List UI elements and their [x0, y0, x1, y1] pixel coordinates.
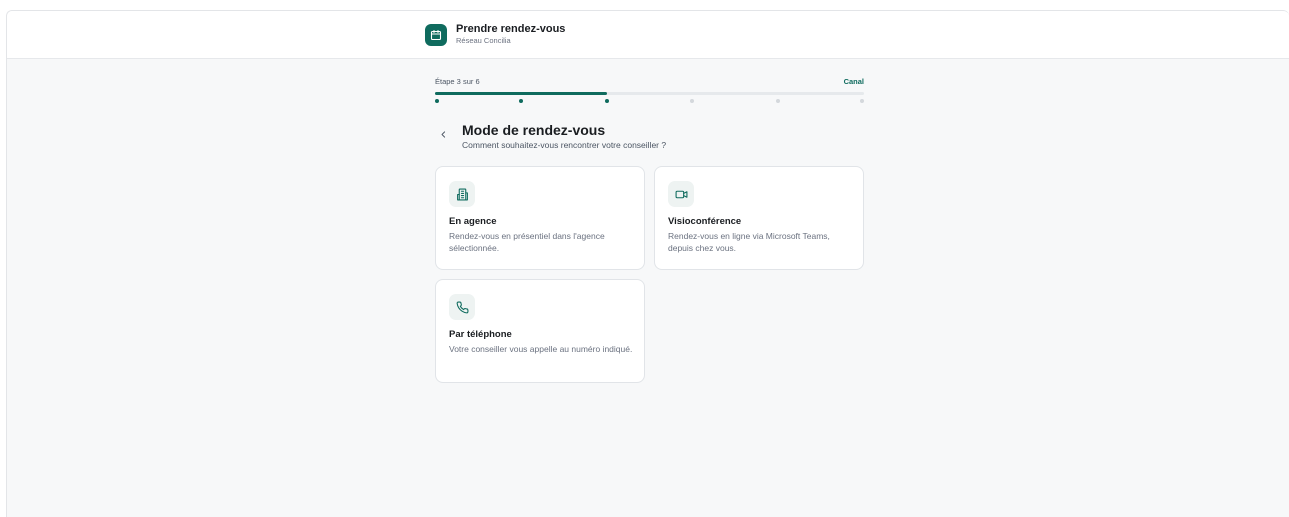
option-icon-wrap [668, 181, 694, 207]
option-card-visio[interactable]: Visioconférence Rendez-vous en ligne via… [654, 166, 864, 270]
app-subtitle: Réseau Concilia [456, 36, 511, 45]
option-description: Rendez-vous en présentiel dans l'agence … [449, 231, 605, 253]
step-dot [776, 99, 781, 103]
calendar-icon [430, 29, 442, 40]
chevron-left-icon [441, 130, 445, 138]
option-card-agence[interactable]: En agence Rendez-vous en présentiel dans… [435, 166, 645, 270]
step-counter: Étape 3 sur 6 [435, 76, 480, 86]
back-button[interactable] [435, 126, 451, 142]
step-dot [518, 99, 523, 103]
page-heading: Mode de rendez-vous Comment souhaitez-vo… [435, 121, 864, 150]
step-dot [690, 99, 695, 103]
option-description: Votre conseiller vous appelle au numéro … [449, 344, 633, 354]
progress-bar [435, 92, 864, 95]
option-card-telephone[interactable]: Par téléphone Votre conseiller vous appe… [435, 279, 645, 383]
phone-icon [456, 301, 468, 313]
building-icon [456, 188, 468, 200]
page-subtitle: Comment souhaitez-vous rencontrer votre … [462, 140, 667, 150]
brand-badge [425, 23, 447, 46]
option-title: En agence [449, 216, 497, 227]
options-grid: En agence Rendez-vous en présentiel dans… [435, 166, 864, 383]
option-description: Rendez-vous en ligne via Microsoft Teams… [668, 231, 830, 253]
brand: Prendre rendez-vous Réseau Concilia [425, 23, 565, 46]
app-title: Prendre rendez-vous [456, 23, 566, 35]
option-title: Par téléphone [449, 329, 512, 340]
video-camera-icon [675, 190, 687, 198]
app-frame: Prendre rendez-vous Réseau Concilia Étap… [6, 10, 1289, 517]
app-header: Prendre rendez-vous Réseau Concilia [7, 11, 1289, 59]
step-dots [435, 99, 864, 107]
option-title: Visioconférence [668, 216, 742, 227]
step-dot [604, 99, 609, 103]
step-dot [860, 99, 864, 103]
option-icon-wrap [449, 294, 475, 320]
page-title: Mode de rendez-vous [462, 122, 606, 138]
stepper-header: Étape 3 sur 6 Canal [435, 75, 864, 87]
option-icon-wrap [449, 181, 475, 207]
step-dot [435, 99, 439, 103]
progress-fill [435, 92, 607, 95]
main-content: Étape 3 sur 6 Canal Mode de rendez-vous … [435, 75, 864, 383]
step-name: Canal [843, 76, 864, 86]
